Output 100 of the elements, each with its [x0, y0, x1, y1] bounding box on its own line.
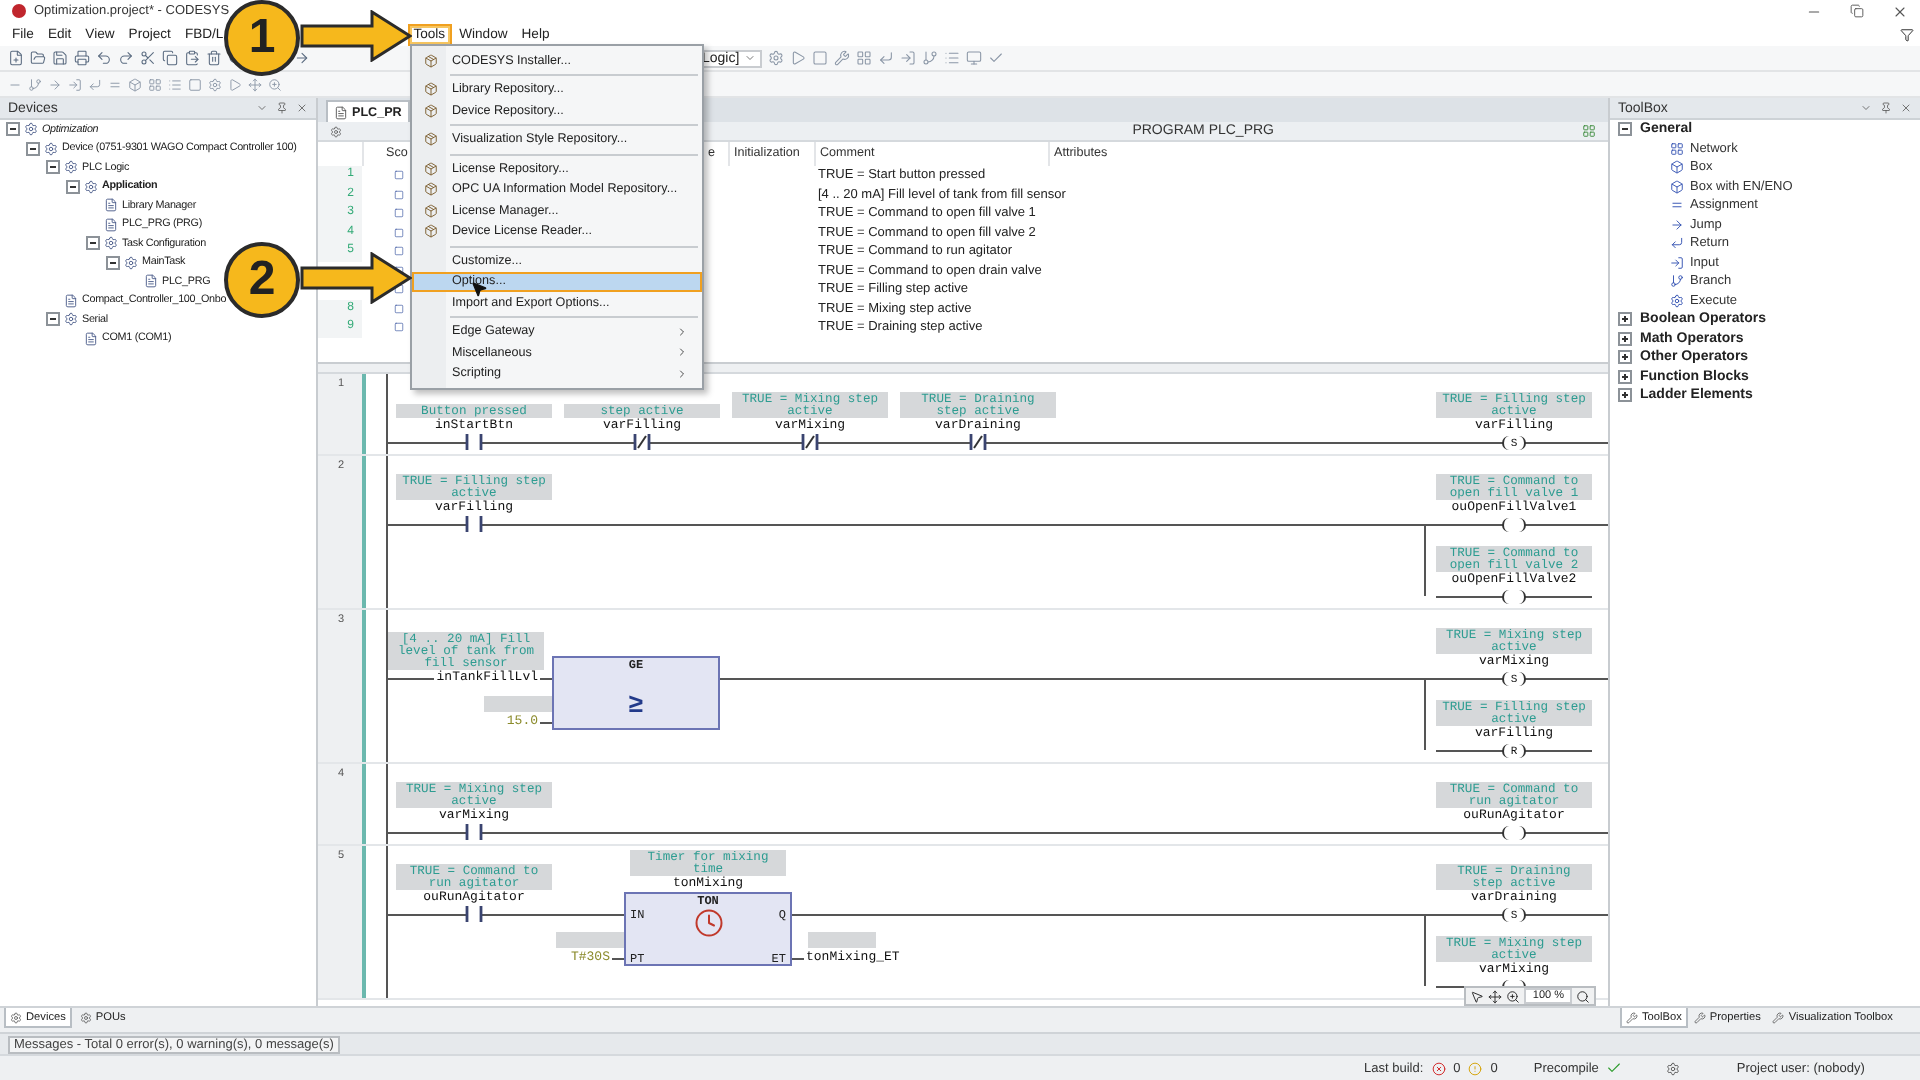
collapse-icon[interactable] [26, 141, 40, 156]
package-icon [424, 82, 438, 97]
equal-icon[interactable] [108, 77, 122, 91]
package-icon [424, 182, 438, 197]
document-icon [104, 217, 118, 232]
monitor-icon[interactable] [965, 50, 982, 66]
equal-icon [1670, 198, 1684, 213]
package-icon [424, 224, 438, 239]
grid-icon[interactable] [1582, 124, 1596, 138]
pin-icon[interactable] [276, 102, 288, 114]
collapse-icon[interactable] [86, 236, 100, 251]
search-icon[interactable] [1576, 989, 1590, 1003]
gear-icon [104, 236, 118, 251]
pointer-arrow [300, 252, 412, 304]
collapse-icon[interactable] [106, 255, 120, 270]
expand-icon[interactable] [1618, 350, 1632, 365]
step-in-icon[interactable] [899, 50, 916, 66]
wrench-icon [1772, 1011, 1785, 1023]
wrench-icon [1693, 1011, 1706, 1023]
scissors-icon[interactable] [140, 50, 156, 66]
app-logo-icon [12, 4, 26, 18]
grid-icon[interactable] [855, 50, 872, 66]
close-icon[interactable] [296, 102, 308, 114]
input-icon [1670, 255, 1684, 270]
copy-icon[interactable] [162, 50, 178, 66]
package-icon [424, 203, 438, 218]
clock-icon [693, 908, 723, 938]
save-icon[interactable] [52, 50, 68, 66]
undo-icon[interactable] [96, 50, 112, 66]
list-icon[interactable] [943, 50, 960, 66]
square-icon[interactable] [188, 77, 202, 91]
check-icon[interactable] [987, 50, 1004, 66]
expand-icon[interactable] [1618, 369, 1632, 384]
branch-icon [1670, 274, 1684, 289]
collapse-icon[interactable] [6, 122, 20, 137]
funnel-icon[interactable] [1900, 27, 1914, 41]
input-icon[interactable] [68, 77, 82, 91]
move-icon[interactable] [1488, 989, 1503, 1003]
coil-symbol [1502, 517, 1526, 531]
gear-icon[interactable] [208, 77, 222, 91]
collapse-icon[interactable] [1618, 122, 1632, 137]
expand-icon[interactable] [1618, 312, 1632, 327]
gear-icon [1670, 293, 1684, 308]
zoom-icon[interactable] [1506, 989, 1521, 1003]
gear-icon [1666, 1061, 1681, 1075]
box-icon [1670, 179, 1684, 194]
package-icon [424, 132, 438, 147]
expand-icon[interactable] [1618, 388, 1632, 403]
wrench-icon [1626, 1011, 1638, 1023]
coil-symbol [1502, 589, 1526, 603]
branch-icon[interactable] [28, 77, 42, 91]
paste-icon[interactable] [184, 50, 200, 66]
close-icon[interactable] [1900, 102, 1912, 114]
gear-icon[interactable] [330, 125, 342, 137]
trash-icon[interactable] [206, 50, 222, 66]
document-icon [84, 331, 98, 346]
pointer-icon[interactable] [1470, 989, 1485, 1003]
wrench-icon[interactable] [833, 50, 850, 66]
document-icon [104, 198, 118, 213]
box-icon [1670, 160, 1684, 175]
gear-icon [24, 122, 38, 137]
gear-icon[interactable] [767, 50, 784, 66]
package-icon [424, 103, 438, 118]
box-icon[interactable] [128, 77, 142, 91]
folder-icon[interactable] [30, 50, 46, 66]
expand-icon[interactable] [1618, 331, 1632, 346]
check-icon [1606, 1060, 1623, 1076]
arrow-icon[interactable] [294, 50, 310, 66]
document-icon [334, 105, 348, 119]
pointer-arrow [300, 10, 412, 62]
branch-icon[interactable] [921, 50, 938, 66]
return-icon [1670, 236, 1684, 251]
return-icon[interactable] [877, 50, 894, 66]
warning-icon [1468, 1061, 1483, 1075]
gear-icon [84, 179, 98, 194]
play-icon[interactable] [789, 50, 806, 66]
gear-icon [64, 160, 78, 175]
document-icon [64, 293, 78, 308]
package-icon [424, 161, 438, 176]
gear-icon [44, 141, 58, 156]
error-icon [1431, 1061, 1446, 1075]
play-icon[interactable] [228, 77, 242, 91]
printer-icon[interactable] [74, 50, 90, 66]
caret-icon [743, 52, 756, 64]
gear-icon [64, 312, 78, 327]
close-icon[interactable] [1892, 3, 1908, 19]
collapse-icon[interactable] [66, 179, 80, 194]
arrow-icon [1670, 217, 1684, 232]
restore-icon[interactable] [1850, 4, 1864, 18]
pin-icon[interactable] [1880, 102, 1892, 114]
new-file-icon[interactable] [8, 50, 24, 66]
return-icon[interactable] [88, 77, 102, 91]
grid-icon [1670, 141, 1684, 156]
gear-icon [124, 255, 138, 270]
collapse-icon[interactable] [46, 312, 60, 327]
package-icon [424, 53, 438, 68]
grid-icon[interactable] [148, 77, 162, 91]
document-icon [144, 274, 158, 289]
redo-icon[interactable] [118, 50, 134, 66]
collapse-icon[interactable] [46, 160, 60, 175]
